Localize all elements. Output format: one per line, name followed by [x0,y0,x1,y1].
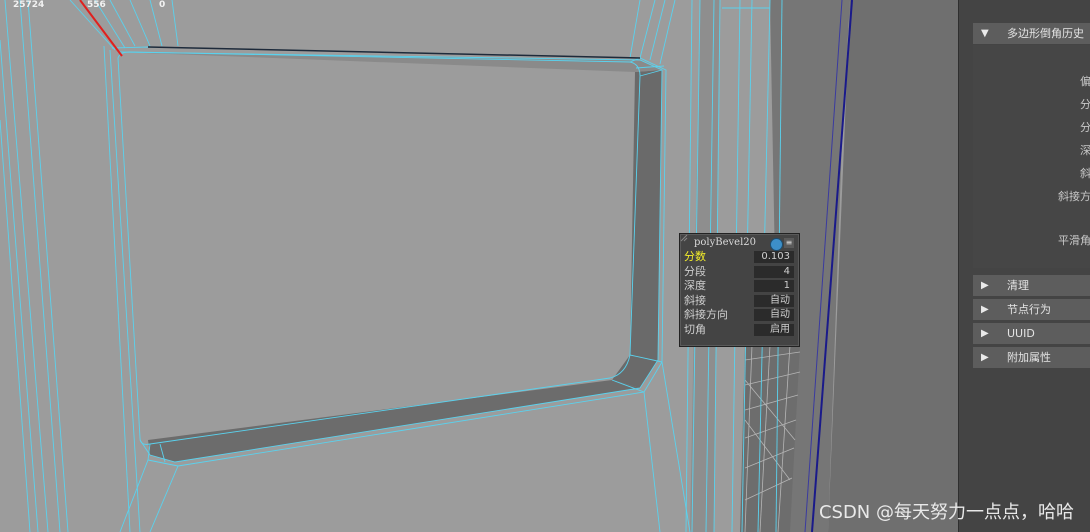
attribute-editor-panel: ▼ 多边形倒角历史 偏 分 分 深 斜 斜接方 平滑角 ▶ 清理 ▶ 节点行为 … [958,0,1090,532]
section-node-behavior[interactable]: ▶ 节点行为 [973,299,1090,320]
popup-title-bar[interactable]: polyBevel20 ≡ [680,236,799,251]
field-label-partial: 分 [1080,121,1090,134]
field-label-partial: 深 [1080,144,1090,157]
attr-label: 分段 [684,265,706,278]
section-body: 偏 分 分 深 斜 斜接方 平滑角 [973,45,1090,268]
popup-title: polyBevel20 [694,237,757,248]
attr-value[interactable]: 启用 [754,324,794,336]
attr-row-mitering[interactable]: 斜接 自动 [683,294,796,308]
edge-count-readout: 556 [87,0,106,10]
chevron-down-icon: ▼ [981,28,989,39]
3d-viewport[interactable]: 25724 556 0 polyBevel20 ≡ 分数 0.103 分段 4 … [0,0,958,532]
section-extra-attributes[interactable]: ▶ 附加属性 [973,347,1090,368]
field-label-partial: 平滑角 [1058,234,1090,247]
attr-row-depth[interactable]: 深度 1 [683,279,796,293]
wireframe-scene [0,0,958,532]
chevron-right-icon: ▶ [981,352,989,363]
attr-label: 深度 [684,279,706,292]
attr-label: 分数 [684,250,706,263]
attr-row-chamfer[interactable]: 切角 启用 [683,323,796,337]
chevron-right-icon: ▶ [981,280,989,291]
section-label: 清理 [1007,279,1029,292]
attr-row-segments[interactable]: 分段 4 [683,265,796,279]
resize-grip-icon[interactable] [680,234,688,242]
poly-bevel-popup[interactable]: polyBevel20 ≡ 分数 0.103 分段 4 深度 1 斜接 自动 斜… [679,233,800,347]
section-label: 节点行为 [1007,303,1051,316]
attr-label: 斜接方向 [684,308,728,321]
attr-value[interactable]: 自动 [754,309,794,321]
poly-count-readout: 25724 [13,0,45,10]
section-label: 多边形倒角历史 [1007,27,1084,40]
field-label-partial: 斜 [1080,167,1090,180]
section-poly-bevel-history[interactable]: ▼ 多边形倒角历史 [973,23,1090,44]
chevron-right-icon: ▶ [981,328,989,339]
section-uuid[interactable]: ▶ UUID [973,323,1090,344]
attr-row-fraction[interactable]: 分数 0.103 [683,250,796,264]
attr-value[interactable]: 自动 [754,295,794,307]
attr-value[interactable]: 4 [754,266,794,278]
attr-label: 斜接 [684,294,706,307]
uv-count-readout: 0 [159,0,166,10]
section-cleanup[interactable]: ▶ 清理 [973,275,1090,296]
attr-value[interactable]: 1 [754,280,794,292]
section-label: 附加属性 [1007,351,1051,364]
attr-label: 切角 [684,323,706,336]
section-label: UUID [1007,327,1035,340]
field-label-partial: 斜接方 [1058,190,1090,203]
attr-value[interactable]: 0.103 [754,251,794,263]
chevron-right-icon: ▶ [981,304,989,315]
watermark: CSDN @每天努力一点点，哈哈 [818,502,1074,523]
menu-icon[interactable]: ≡ [784,238,794,248]
field-label-partial: 分 [1080,98,1090,111]
field-label-partial: 偏 [1080,75,1090,88]
attr-row-miter-along[interactable]: 斜接方向 自动 [683,308,796,322]
